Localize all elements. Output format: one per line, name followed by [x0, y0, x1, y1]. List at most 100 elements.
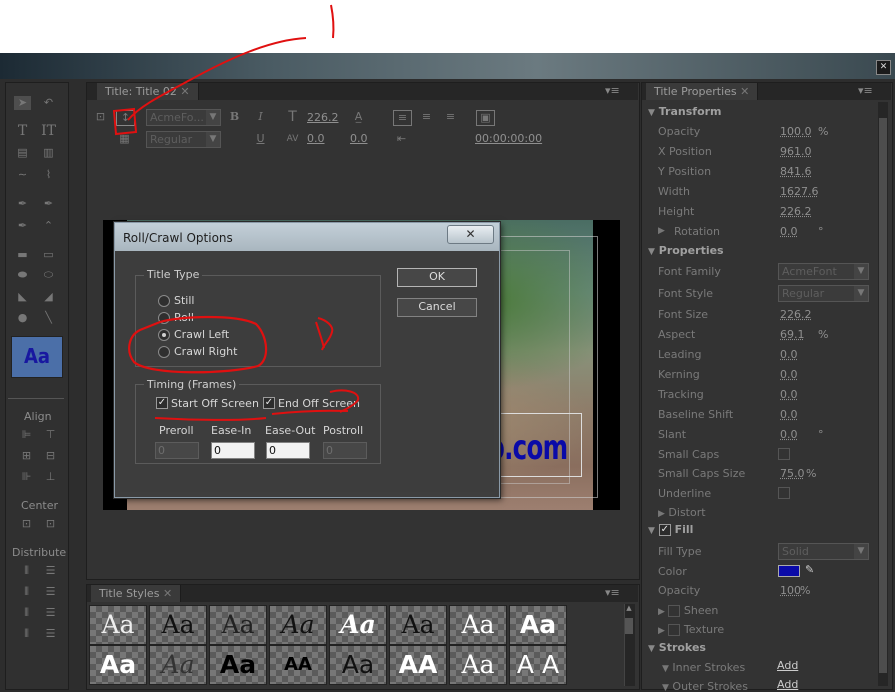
fill-checkbox[interactable]: ✓ [658, 524, 671, 536]
timecode[interactable]: 00:00:00:00 [475, 132, 542, 145]
path-type-tool-icon[interactable]: ∼ [14, 168, 31, 182]
arc-tool-icon[interactable]: ◢ [40, 290, 57, 304]
title-style-swatch[interactable]: Aa [89, 645, 147, 685]
ok-button[interactable]: OK [397, 268, 477, 287]
align-hcenter-icon[interactable]: ⊞ [18, 449, 35, 463]
align-left-icon[interactable]: ⊫ [18, 428, 35, 442]
wedge-tool-icon[interactable]: ◣ [14, 290, 31, 304]
text-property-value[interactable]: 0.0 [780, 428, 798, 441]
properties-section-toggle[interactable]: ▼ Properties [648, 244, 724, 257]
transform-property-value[interactable]: 226.2 [780, 205, 812, 218]
transform-section-toggle[interactable]: ▼ Transform [648, 105, 722, 118]
distribute-even-h-icon[interactable]: ⫴ [18, 627, 35, 641]
align-text-center-icon[interactable]: ≡ [418, 110, 435, 124]
vertical-area-type-tool-icon[interactable]: ▥ [40, 146, 57, 160]
distribute-bottom-icon[interactable]: ☰ [42, 606, 59, 620]
radio-crawl-left-label[interactable]: Crawl Left [174, 328, 229, 341]
distribute-left-icon[interactable]: ⫴ [18, 564, 35, 578]
texture-checkbox[interactable] [668, 624, 681, 636]
clipped-rectangle-tool-icon[interactable]: ⬬ [14, 268, 31, 282]
show-background-video-icon[interactable]: ▣ [476, 110, 495, 126]
title-style-swatch[interactable]: A A [509, 645, 567, 685]
ellipse-tool-icon[interactable]: ● [14, 311, 31, 325]
align-text-left-icon[interactable]: ≡ [393, 110, 412, 126]
font-style-dropdown[interactable]: Regular ▼ [146, 131, 221, 148]
fill-type-dropdown[interactable]: Solid ▼ [778, 543, 869, 560]
dialog-close-button[interactable]: ✕ [447, 225, 494, 244]
fill-section-toggle[interactable]: ▼ ✓ Fill [648, 523, 693, 536]
title-style-swatch[interactable]: Aa [329, 605, 387, 645]
props-font-style-dropdown[interactable]: Regular ▼ [778, 285, 869, 302]
styles-scroll-up-icon[interactable]: ▲ [624, 604, 634, 614]
styles-scroll-thumb[interactable] [625, 618, 633, 634]
transform-property-value[interactable]: 100.0 [780, 125, 812, 138]
area-type-tool-icon[interactable]: ▤ [14, 146, 31, 160]
title-style-swatch[interactable]: AA [389, 645, 447, 685]
start-off-screen-label[interactable]: Start Off Screen [171, 397, 259, 410]
title-style-swatch[interactable]: Aa [149, 645, 207, 685]
align-right-icon[interactable]: ⊪ [18, 470, 35, 484]
new-title-icon[interactable]: ⊡ [92, 110, 109, 124]
title-style-swatch[interactable]: Aa [329, 645, 387, 685]
font-size-value[interactable]: 226.2 [307, 111, 339, 124]
leading-value[interactable]: 0.0 [350, 132, 368, 145]
vertical-type-tool-icon[interactable]: IT [40, 124, 57, 138]
distribute-right-icon[interactable]: ⫴ [18, 606, 35, 620]
delete-anchor-tool-icon[interactable]: ✒ [14, 219, 31, 233]
panel-menu-icon[interactable]: ▾≡ [605, 84, 620, 97]
bold-icon[interactable]: B [226, 110, 243, 124]
underline-checkbox[interactable] [778, 487, 790, 499]
distribute-even-v-icon[interactable]: ☰ [42, 627, 59, 641]
outer-strokes-add-link[interactable]: Add [777, 678, 798, 691]
pen-tool-icon[interactable]: ✒ [14, 197, 31, 211]
rounded-corner-tool-icon[interactable]: ⬭ [40, 268, 57, 282]
sheen-checkbox[interactable] [668, 605, 681, 617]
underline-icon[interactable]: U [252, 132, 269, 146]
window-close-button[interactable]: ✕ [876, 60, 891, 75]
inner-strokes-add-link[interactable]: Add [777, 659, 798, 672]
text-property-value[interactable]: 0.0 [780, 408, 798, 421]
props-panel-menu-icon[interactable]: ▾≡ [858, 84, 873, 97]
transform-property-value[interactable]: 961.0 [780, 145, 812, 158]
radio-crawl-right[interactable] [158, 346, 170, 358]
eyedropper-icon[interactable]: ✎ [805, 563, 814, 576]
center-horizontal-icon[interactable]: ⊡ [18, 517, 35, 531]
radio-crawl-left[interactable] [158, 329, 170, 341]
roll-crawl-options-icon[interactable]: ↕ [116, 110, 135, 126]
texture-row[interactable]: ▶ Texture [658, 620, 888, 640]
align-bottom-icon[interactable]: ⊥ [42, 470, 59, 484]
selection-tool-icon[interactable]: ➤ [14, 96, 31, 110]
small-caps-checkbox[interactable] [778, 448, 790, 460]
align-vcenter-icon[interactable]: ⊟ [42, 449, 59, 463]
font-family-dropdown[interactable]: AcmeFo... ▼ [146, 109, 221, 126]
text-property-value[interactable]: 226.2 [780, 308, 812, 321]
ease-in-input[interactable]: 0 [211, 442, 255, 459]
text-property-value[interactable]: 0.0 [780, 348, 798, 361]
line-tool-icon[interactable]: ╲ [40, 311, 57, 325]
title-style-swatch[interactable]: Aa [449, 605, 507, 645]
distort-row[interactable]: ▶ Distort [658, 503, 888, 523]
radio-roll[interactable] [158, 312, 170, 324]
transform-property-value[interactable]: 841.6 [780, 165, 812, 178]
title-style-swatch[interactable]: Aa [389, 605, 447, 645]
title-style-swatch[interactable]: Aa [149, 605, 207, 645]
radio-still-label[interactable]: Still [174, 294, 194, 307]
text-property-value[interactable]: 69.1 [780, 328, 805, 341]
ease-out-input[interactable]: 0 [266, 442, 310, 459]
text-property-value[interactable]: 0.0 [780, 388, 798, 401]
text-property-value[interactable]: 0.0 [780, 368, 798, 381]
title-style-swatch[interactable]: AA [269, 645, 327, 685]
italic-icon[interactable]: I [252, 110, 269, 124]
distribute-top-icon[interactable]: ☰ [42, 564, 59, 578]
align-top-icon[interactable]: ⊤ [42, 428, 59, 442]
tab-title-styles[interactable]: Title Styles ✕ [91, 585, 182, 602]
transform-property-value[interactable]: 0.0 [780, 225, 798, 238]
rectangle-tool-icon[interactable]: ▬ [14, 248, 31, 262]
transform-property-value[interactable]: 1627.6 [780, 185, 819, 198]
type-tool-icon[interactable]: T [14, 124, 31, 138]
strokes-section-toggle[interactable]: ▼ Strokes [648, 641, 706, 654]
postroll-input[interactable]: 0 [323, 442, 367, 459]
fill-opacity-value[interactable]: 100 [780, 584, 801, 597]
title-style-swatch[interactable]: Aa [269, 605, 327, 645]
title-style-swatch[interactable]: Aa [209, 605, 267, 645]
